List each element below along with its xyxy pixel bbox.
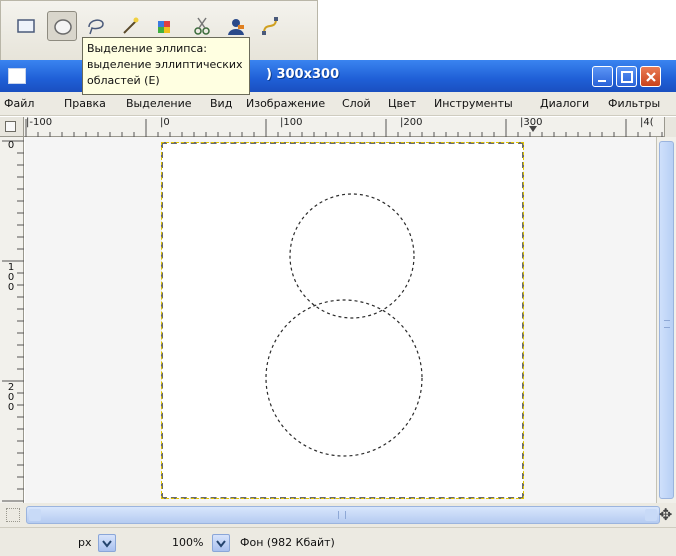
horizontal-ruler[interactable]: |-100 |0 |100 |200 |300 |4( <box>24 117 664 137</box>
ruler-ticks-left <box>2 140 24 502</box>
unit-dropdown-button[interactable] <box>98 534 116 552</box>
scroll-left-arrow[interactable] <box>29 509 41 521</box>
image-canvas-area[interactable] <box>25 137 656 503</box>
menu-tools[interactable]: Инструменты <box>434 97 513 110</box>
scroll-right-arrow[interactable] <box>645 509 657 521</box>
paths-icon <box>262 17 278 35</box>
zoom-dropdown-button[interactable] <box>212 534 230 552</box>
menu-select[interactable]: Выделение <box>126 97 192 110</box>
vertical-scrollbar[interactable] <box>656 137 676 503</box>
menu-colors[interactable]: Цвет <box>388 97 416 110</box>
layer-status-text: Фон (982 Кбайт) <box>240 536 335 549</box>
window-title: ) 300x300 <box>266 67 340 82</box>
quick-mask-toggle[interactable] <box>6 508 20 522</box>
minimize-button[interactable] <box>592 66 613 87</box>
color-select-icon <box>158 21 170 33</box>
rect-select-tool[interactable] <box>11 11 41 41</box>
tooltip-line-2: выделение эллиптических <box>87 58 243 71</box>
menu-dialogs[interactable]: Диалоги <box>540 97 589 110</box>
close-icon <box>646 72 656 82</box>
menu-image[interactable]: Изображение <box>246 97 325 110</box>
zoom-value: 100% <box>172 536 204 549</box>
tooltip-line-3: областей (E) <box>87 74 160 87</box>
quick-mask-corner[interactable] <box>0 117 24 137</box>
unit-selector[interactable]: px <box>78 534 132 552</box>
minimize-icon <box>598 80 606 82</box>
close-button[interactable] <box>640 66 661 87</box>
chevron-down-icon <box>216 540 226 548</box>
ruler-left-label: 0 <box>7 140 15 151</box>
image-canvas[interactable] <box>161 142 524 499</box>
rect-select-icon <box>17 19 35 33</box>
menu-layer[interactable]: Слой <box>342 97 371 110</box>
ellipse-select-icon <box>54 19 72 35</box>
unit-value: px <box>78 536 92 549</box>
ruler-top-label: |200 <box>400 117 423 128</box>
ellipse-selection-outline <box>265 193 423 457</box>
ruler-left-label: 100 <box>7 262 15 293</box>
ruler-top-label: |-100 <box>26 117 53 128</box>
chevron-down-icon <box>102 540 112 548</box>
zoom-selector[interactable]: 100% <box>172 534 232 552</box>
menu-edit[interactable]: Правка <box>64 97 106 110</box>
menu-filters[interactable]: Фильтры <box>608 97 660 110</box>
pointer-position-marker <box>529 126 537 132</box>
vertical-scroll-thumb[interactable] <box>659 141 674 499</box>
vertical-ruler[interactable]: 0 100 200 <box>0 137 24 503</box>
scroll-grip-icon <box>664 320 670 328</box>
window-icon <box>8 68 26 84</box>
selection-menu-icon <box>5 121 16 132</box>
paths-tool[interactable] <box>255 11 285 41</box>
lasso-select-icon <box>88 19 104 35</box>
menu-bar: Файл Правка Выделение Вид Изображение Сл… <box>0 92 676 116</box>
ellipse-select-tool[interactable] <box>47 11 77 41</box>
maximize-button[interactable] <box>616 66 637 87</box>
status-bar: px 100% Фон (982 Кбайт) <box>0 527 676 556</box>
magic-wand-icon <box>123 17 139 34</box>
horizontal-scrollbar[interactable] <box>26 506 660 524</box>
scroll-grip-icon <box>338 511 346 519</box>
ruler-top-label: |0 <box>160 117 170 128</box>
horizontal-scroll-row: ✥ <box>0 503 676 527</box>
navigate-icon[interactable]: ✥ <box>659 506 672 524</box>
zoom-image-button[interactable] <box>664 117 676 137</box>
ruler-top-label: |4( <box>640 117 654 128</box>
tooltip-line-1: Выделение эллипса: <box>87 42 207 55</box>
ruler-ticks-top <box>25 119 663 137</box>
tool-tooltip: Выделение эллипса: выделение эллиптическ… <box>82 37 250 95</box>
maximize-icon <box>621 71 633 83</box>
menu-view[interactable]: Вид <box>210 97 232 110</box>
menu-file[interactable]: Файл <box>4 97 34 110</box>
ruler-left-label: 200 <box>7 382 15 413</box>
foreground-select-icon <box>228 19 244 35</box>
ruler-top-label: |100 <box>280 117 303 128</box>
scissors-select-icon <box>194 17 210 35</box>
